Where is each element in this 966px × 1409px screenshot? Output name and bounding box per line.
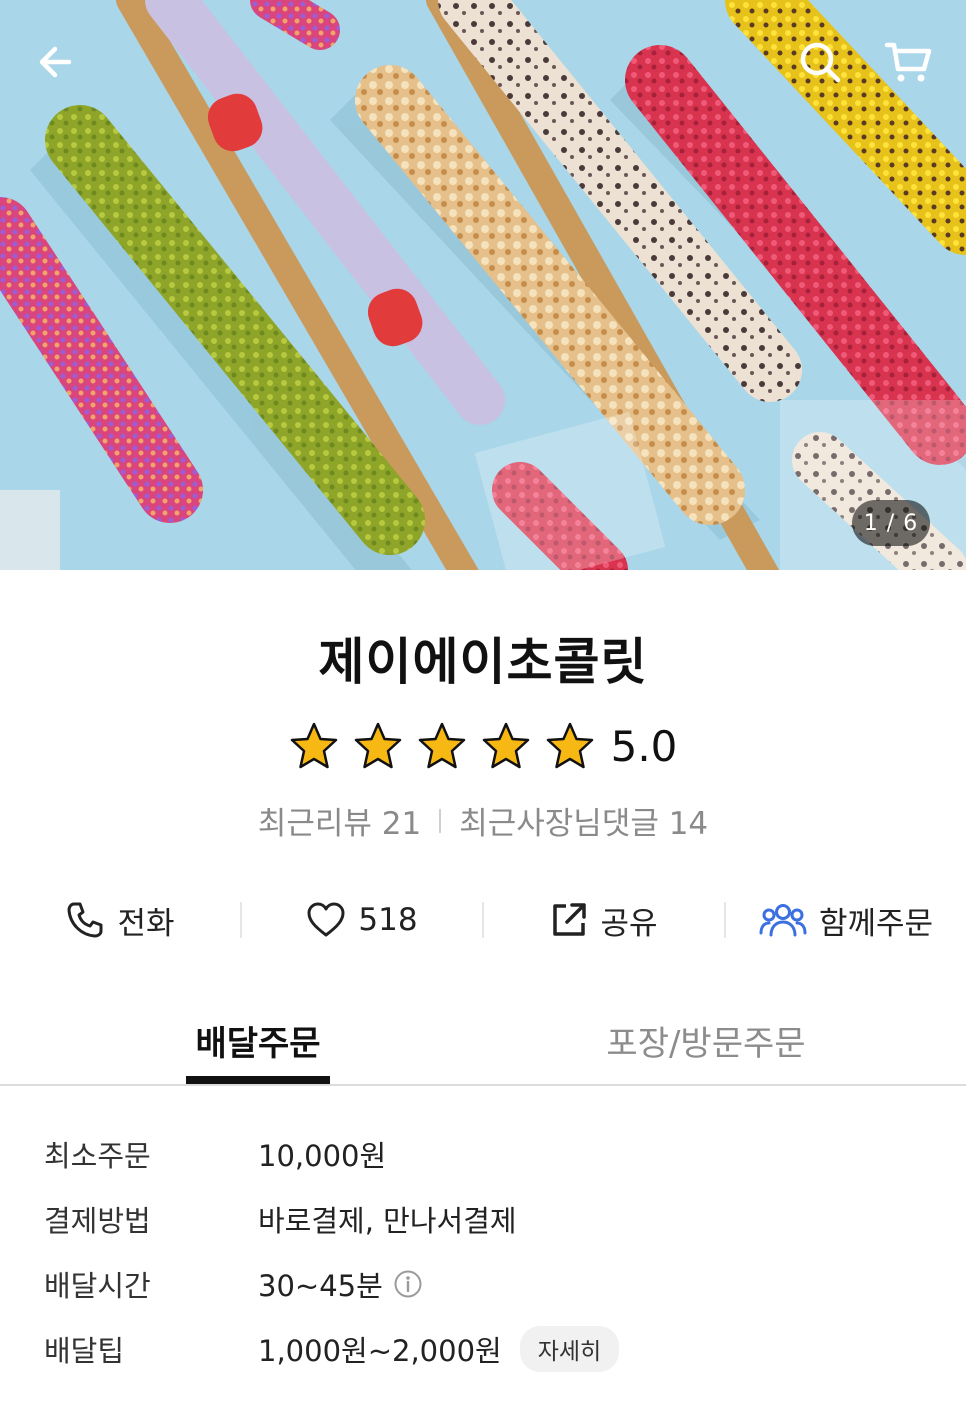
star-icon xyxy=(482,722,529,769)
info-value: 바로결제, 만나서결제 xyxy=(258,1204,517,1238)
info-row-payment: 결제방법 바로결제, 만나서결제 xyxy=(0,1191,966,1247)
info-value: 1,000원~2,000원 xyxy=(258,1334,502,1368)
owner-replies-link[interactable]: 최근사장님댓글 14 xyxy=(459,798,708,843)
info-label: 배달팁 xyxy=(44,1334,125,1368)
image-page-indicator: 1 / 6 xyxy=(852,500,930,546)
like-button[interactable]: 518 xyxy=(242,888,482,952)
rating-value: 5.0 xyxy=(610,721,678,771)
like-count: 518 xyxy=(358,902,418,938)
info-label: 최소주문 xyxy=(44,1139,151,1173)
divider xyxy=(439,808,442,833)
store-actions: 전화 518 공유 함께주문 xyxy=(0,888,966,952)
order-type-tabs: 배달주문 포장/방문주문 xyxy=(0,1002,966,1086)
tab-pickup[interactable]: 포장/방문주문 xyxy=(580,1016,832,1065)
info-label: 결제방법 xyxy=(44,1204,151,1238)
share-label: 공유 xyxy=(600,905,658,942)
info-label: 배달시간 xyxy=(44,1269,151,1303)
rating-row: 5.0 xyxy=(0,716,966,776)
heart-icon xyxy=(307,902,345,937)
call-button[interactable]: 전화 xyxy=(0,888,240,952)
call-label: 전화 xyxy=(117,905,175,942)
cart-button[interactable] xyxy=(882,36,934,88)
star-icon xyxy=(418,722,465,769)
arrow-left-icon xyxy=(39,46,72,78)
star-icon xyxy=(546,722,593,769)
star-icon xyxy=(354,722,401,769)
detail-button[interactable]: 자세히 xyxy=(519,1326,620,1372)
info-row-delivery-time: 배달시간 30~45분 xyxy=(0,1256,966,1312)
back-button[interactable] xyxy=(30,36,82,88)
info-row-delivery-tip: 배달팁 1,000원~2,000원 자세히 xyxy=(0,1321,966,1377)
info-icon[interactable] xyxy=(393,1269,423,1299)
share-button[interactable]: 공유 xyxy=(484,888,724,952)
info-value-wrap: 1,000원~2,000원 자세히 xyxy=(258,1326,620,1372)
info-value: 10,000원 xyxy=(258,1139,387,1173)
share-icon xyxy=(553,903,587,936)
product-image-carousel[interactable]: 1 / 6 xyxy=(0,0,966,570)
rating-stars xyxy=(289,721,595,771)
group-order-label: 함께주문 xyxy=(818,905,934,942)
info-value: 30~45분 xyxy=(258,1269,383,1303)
info-value-wrap: 30~45분 xyxy=(258,1263,423,1305)
active-tab-indicator xyxy=(186,1076,330,1084)
tab-delivery[interactable]: 배달주문 xyxy=(186,1016,330,1065)
group-order-button[interactable]: 함께주문 xyxy=(726,888,966,952)
review-summary: 최근리뷰 21 최근사장님댓글 14 xyxy=(0,798,966,843)
group-order-icon xyxy=(759,904,807,937)
phone-icon xyxy=(67,902,103,938)
recent-reviews-link[interactable]: 최근리뷰 21 xyxy=(258,798,421,843)
search-icon xyxy=(800,42,841,83)
cart-icon xyxy=(884,42,932,82)
search-button[interactable] xyxy=(794,36,846,88)
store-name: 제이에이초콜릿 xyxy=(318,633,648,691)
star-icon xyxy=(290,722,337,769)
info-row-min-order: 최소주문 10,000원 xyxy=(0,1126,966,1182)
